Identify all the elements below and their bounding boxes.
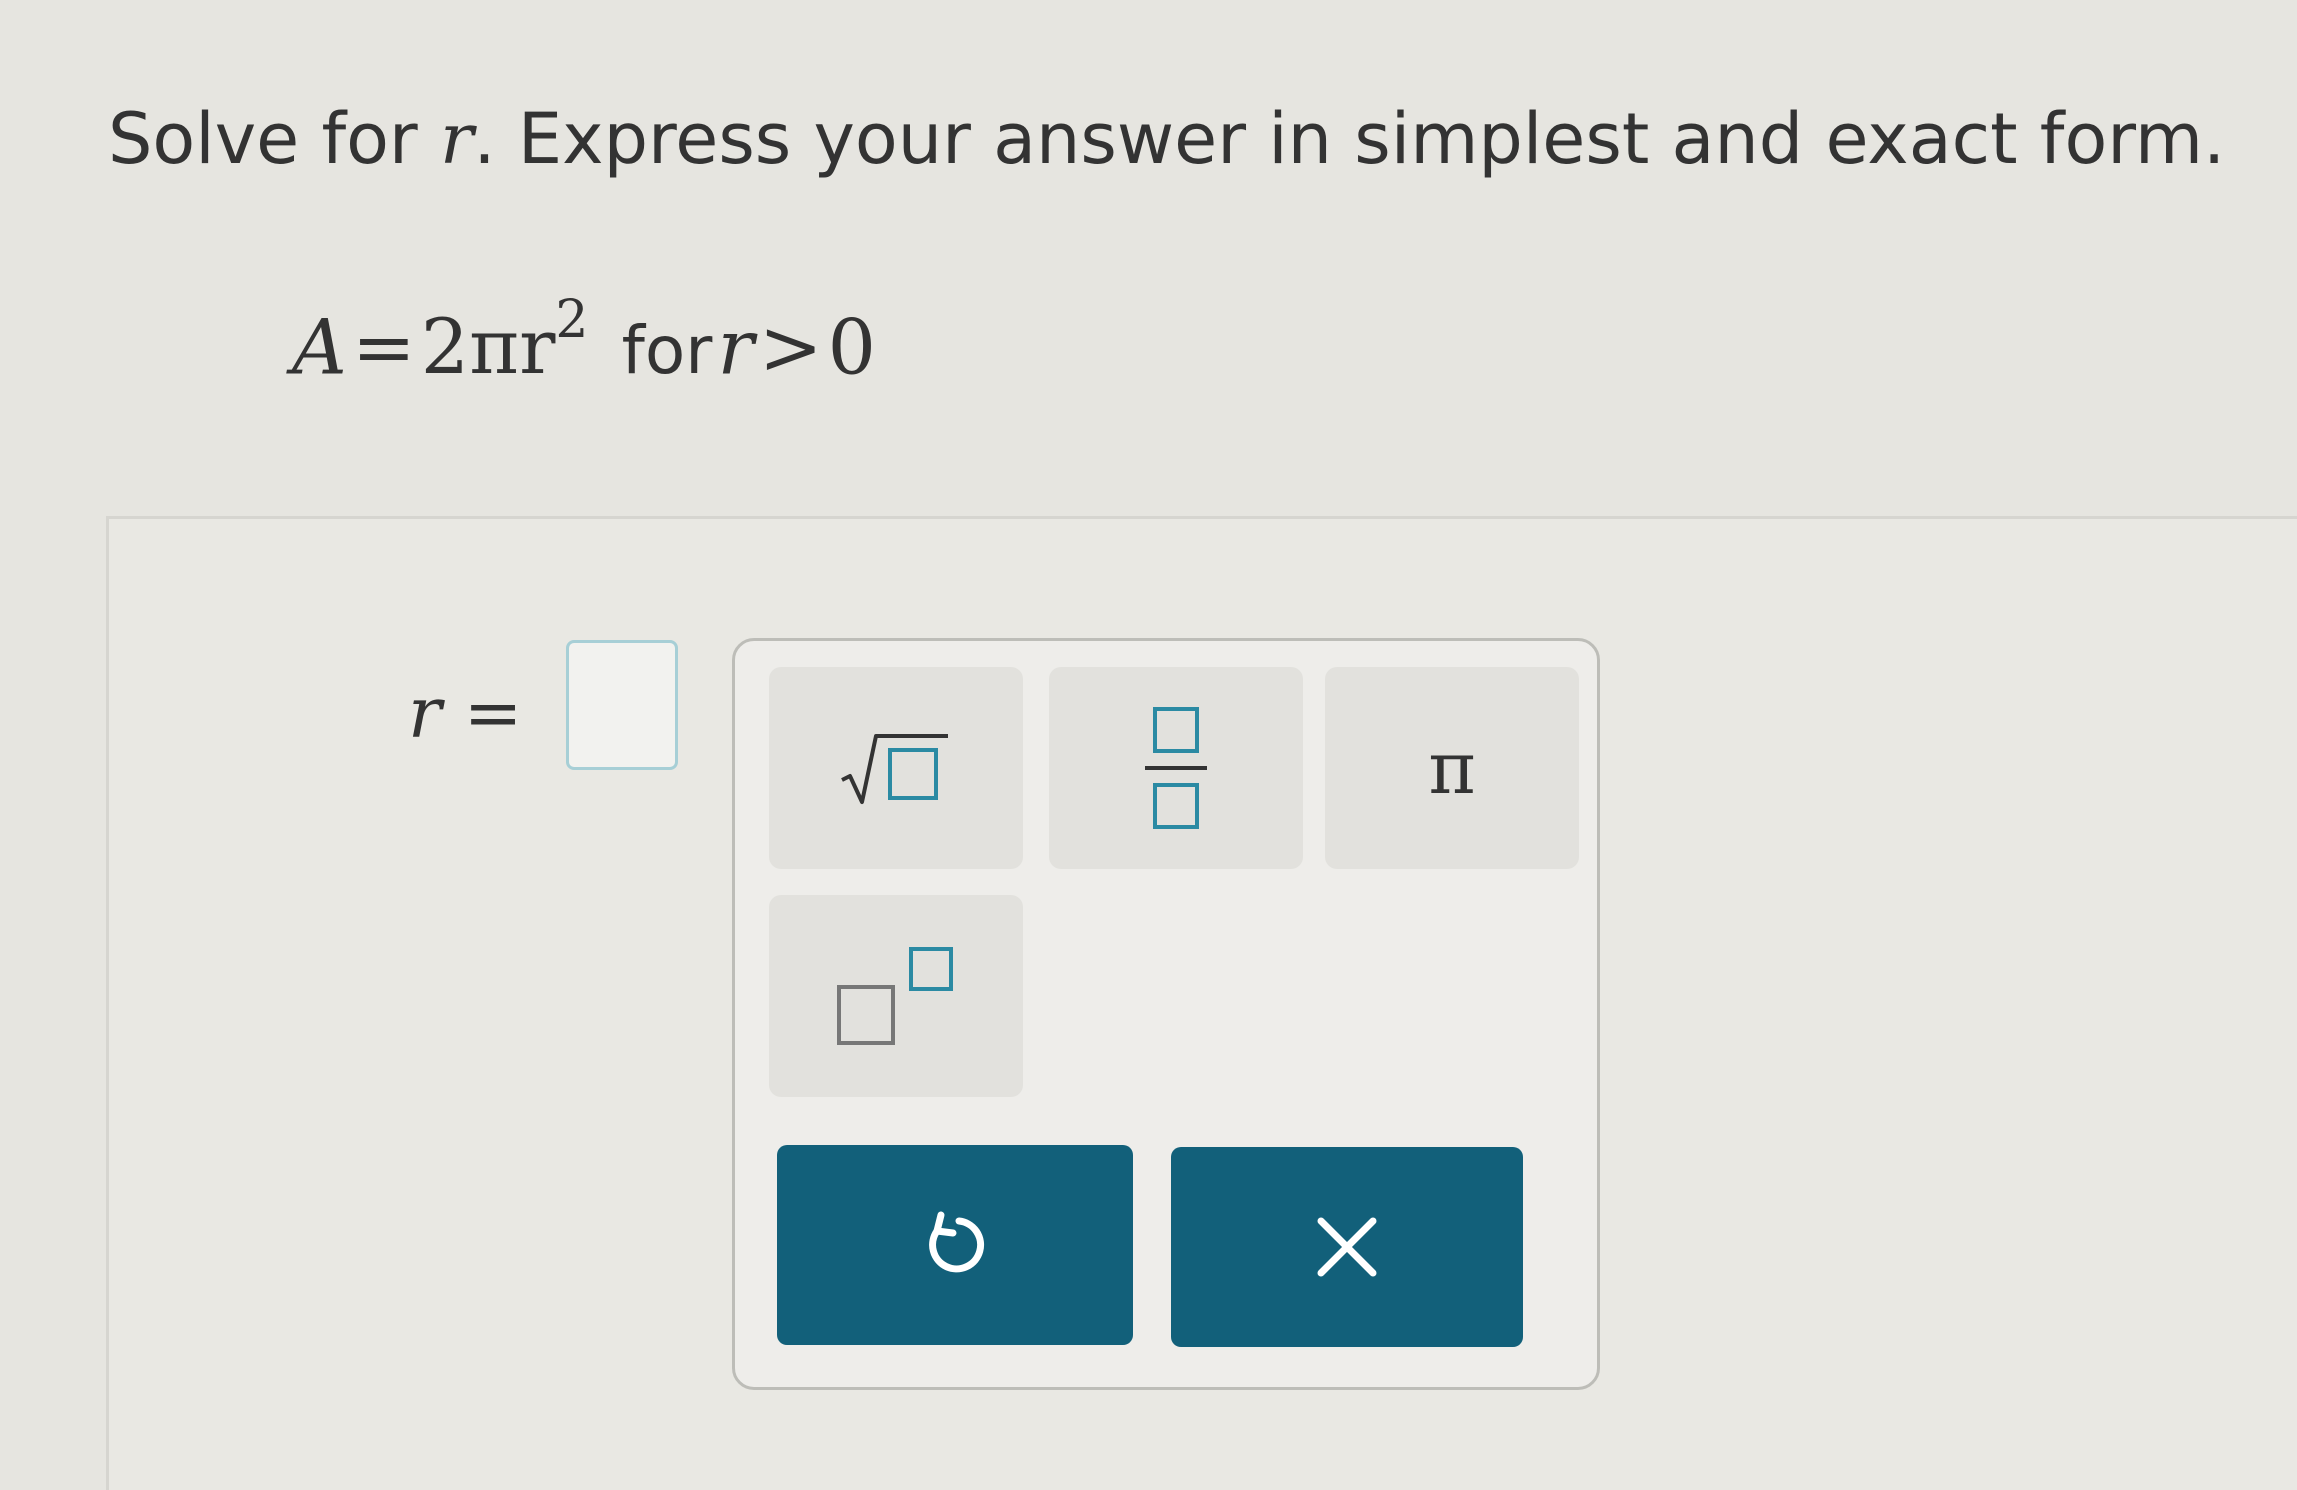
equation-equals: = [351,302,416,392]
equation-for-text: for [621,312,713,390]
exponent-key[interactable] [769,895,1023,1097]
instruction-suffix: . Express your answer in simplest and ex… [473,98,2226,180]
undo-icon [929,1211,985,1273]
math-keypad: π [732,638,1600,1390]
fraction-icon [1145,707,1207,829]
equation-rhs-coef: 2πr [420,302,556,392]
sqrt-icon [841,734,948,804]
square-root-key[interactable] [769,667,1023,869]
superscript-icon [837,947,953,1045]
answer-input[interactable] [566,640,678,770]
answer-label: r = [408,672,522,754]
answer-label-variable: r [408,672,442,754]
instruction-variable: r [439,98,474,180]
close-icon [1317,1217,1377,1277]
question-instruction: Solve for r. Express your answer in simp… [108,104,2225,174]
equation-condition-value: 0 [827,302,877,392]
equation: A = 2πr2 for r > 0 [292,290,877,420]
pi-key[interactable]: π [1325,667,1579,869]
undo-button[interactable] [777,1145,1133,1345]
fraction-key[interactable] [1049,667,1303,869]
clear-button[interactable] [1171,1147,1523,1347]
equation-lhs: A [292,302,347,392]
answer-label-equals: = [463,672,523,754]
instruction-prefix: Solve for [108,98,440,180]
equation-condition-op: > [758,302,823,392]
equation-exponent: 2 [555,290,589,350]
equation-condition-var: r [717,302,754,392]
pi-symbol: π [1428,726,1476,810]
equation-rhs: 2πr2 [420,290,589,392]
